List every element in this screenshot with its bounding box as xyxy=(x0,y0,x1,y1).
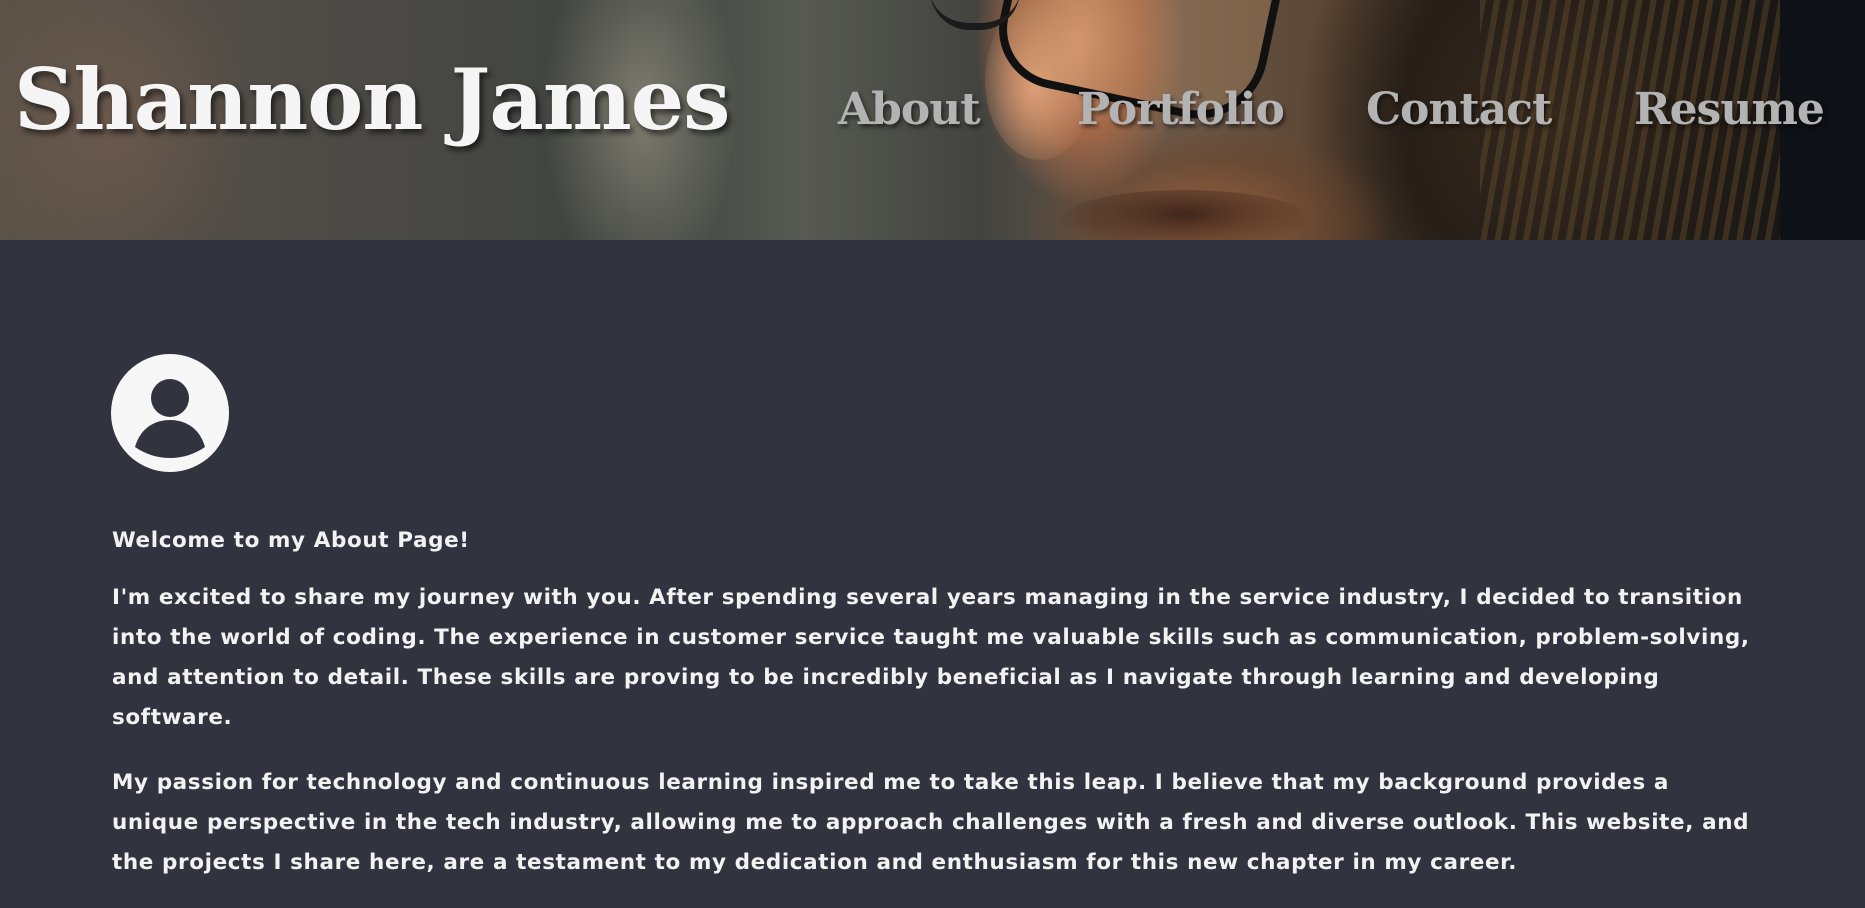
nav-link-portfolio[interactable]: Portfolio xyxy=(1077,88,1285,132)
nav-link-about[interactable]: About xyxy=(838,88,981,132)
about-paragraph-1: I'm excited to share my journey with you… xyxy=(112,585,1750,730)
about-section: Welcome to my About Page! I'm excited to… xyxy=(0,240,1865,875)
nav-link-contact[interactable]: Contact xyxy=(1366,88,1552,132)
main-nav: About Portfolio Contact Resume xyxy=(0,88,1865,148)
welcome-heading: Welcome to my About Page! xyxy=(112,528,470,553)
nav-link-resume[interactable]: Resume xyxy=(1634,88,1825,132)
user-circle-icon xyxy=(111,354,229,472)
about-paragraph-2: My passion for technology and continuous… xyxy=(112,770,1750,875)
about-content: Welcome to my About Page! I'm excited to… xyxy=(112,526,1752,908)
site-header: Shannon James About Portfolio Contact Re… xyxy=(0,0,1865,240)
